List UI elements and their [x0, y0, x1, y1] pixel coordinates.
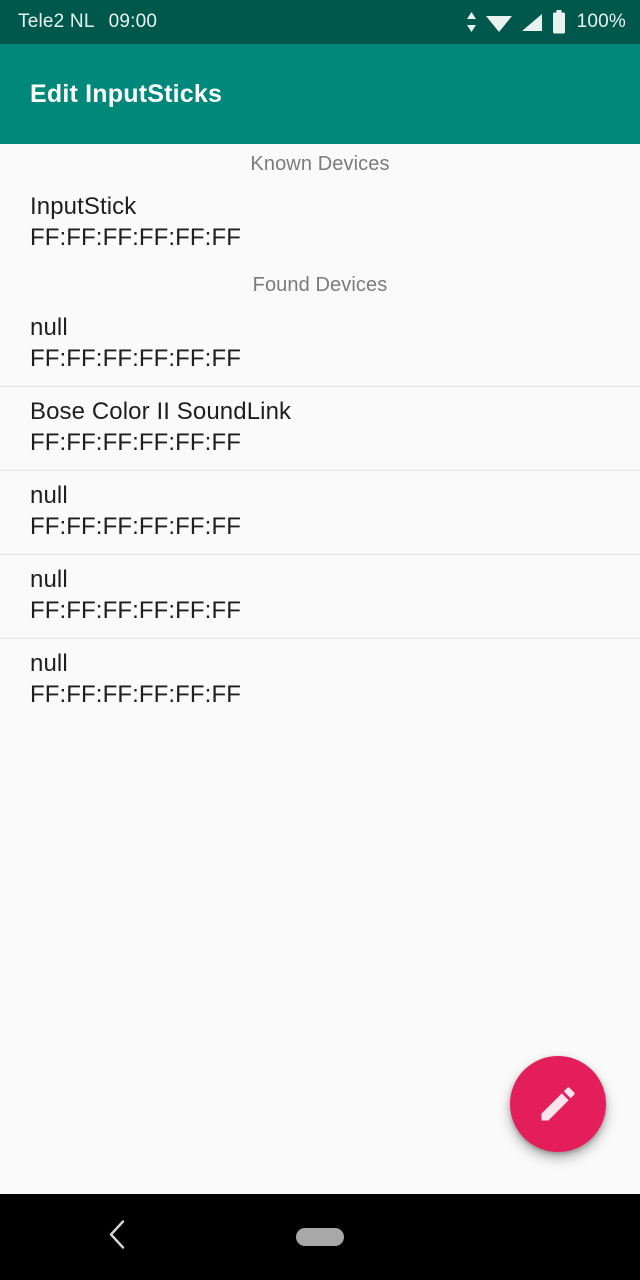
status-bar-right: 100%	[465, 10, 626, 34]
app-bar: Edit InputSticks	[0, 44, 640, 144]
list-item[interactable]: null FF:FF:FF:FF:FF:FF	[0, 303, 640, 386]
list-item[interactable]: InputStick FF:FF:FF:FF:FF:FF	[0, 182, 640, 265]
phone-screen: Tele2 NL 09:00 100% Edit InputSticks Kno…	[0, 0, 640, 1280]
device-name: null	[30, 482, 68, 509]
list-item[interactable]: null FF:FF:FF:FF:FF:FF	[0, 470, 640, 554]
wifi-icon	[485, 16, 512, 32]
device-address: FF:FF:FF:FF:FF:FF	[30, 345, 241, 372]
battery-icon	[552, 10, 565, 34]
device-name: null	[30, 566, 68, 593]
battery-percent-label: 100%	[576, 11, 626, 32]
list-item[interactable]: null FF:FF:FF:FF:FF:FF	[0, 638, 640, 722]
status-bar-left: Tele2 NL 09:00	[18, 11, 157, 33]
device-name: null	[30, 650, 68, 677]
status-bar: Tele2 NL 09:00 100%	[0, 0, 640, 44]
edit-fab-button[interactable]	[510, 1056, 606, 1152]
device-list-container[interactable]: Known Devices InputStick FF:FF:FF:FF:FF:…	[0, 144, 640, 1194]
device-address: FF:FF:FF:FF:FF:FF	[30, 681, 241, 708]
clock-label: 09:00	[108, 11, 158, 32]
cellular-signal-icon	[521, 14, 542, 31]
device-address: FF:FF:FF:FF:FF:FF	[30, 224, 241, 251]
pencil-edit-icon	[541, 1087, 575, 1121]
back-button[interactable]	[105, 1218, 131, 1257]
list-item[interactable]: null FF:FF:FF:FF:FF:FF	[0, 554, 640, 638]
device-name: null	[30, 314, 68, 341]
list-item[interactable]: Bose Color II SoundLink FF:FF:FF:FF:FF:F…	[0, 386, 640, 470]
navigation-bar	[0, 1194, 640, 1280]
back-icon	[109, 1220, 125, 1249]
section-header-found-devices: Found Devices	[252, 274, 388, 296]
section-header-known-devices: Known Devices	[250, 153, 390, 175]
device-address: FF:FF:FF:FF:FF:FF	[30, 597, 241, 624]
device-address: FF:FF:FF:FF:FF:FF	[30, 513, 241, 540]
carrier-label: Tele2 NL	[18, 11, 95, 32]
data-transfer-icon	[466, 12, 476, 32]
device-name: InputStick	[30, 193, 137, 220]
device-name: Bose Color II SoundLink	[30, 398, 292, 425]
device-address: FF:FF:FF:FF:FF:FF	[30, 429, 241, 456]
page-title: Edit InputSticks	[30, 79, 223, 108]
home-pill-icon[interactable]	[296, 1228, 344, 1246]
